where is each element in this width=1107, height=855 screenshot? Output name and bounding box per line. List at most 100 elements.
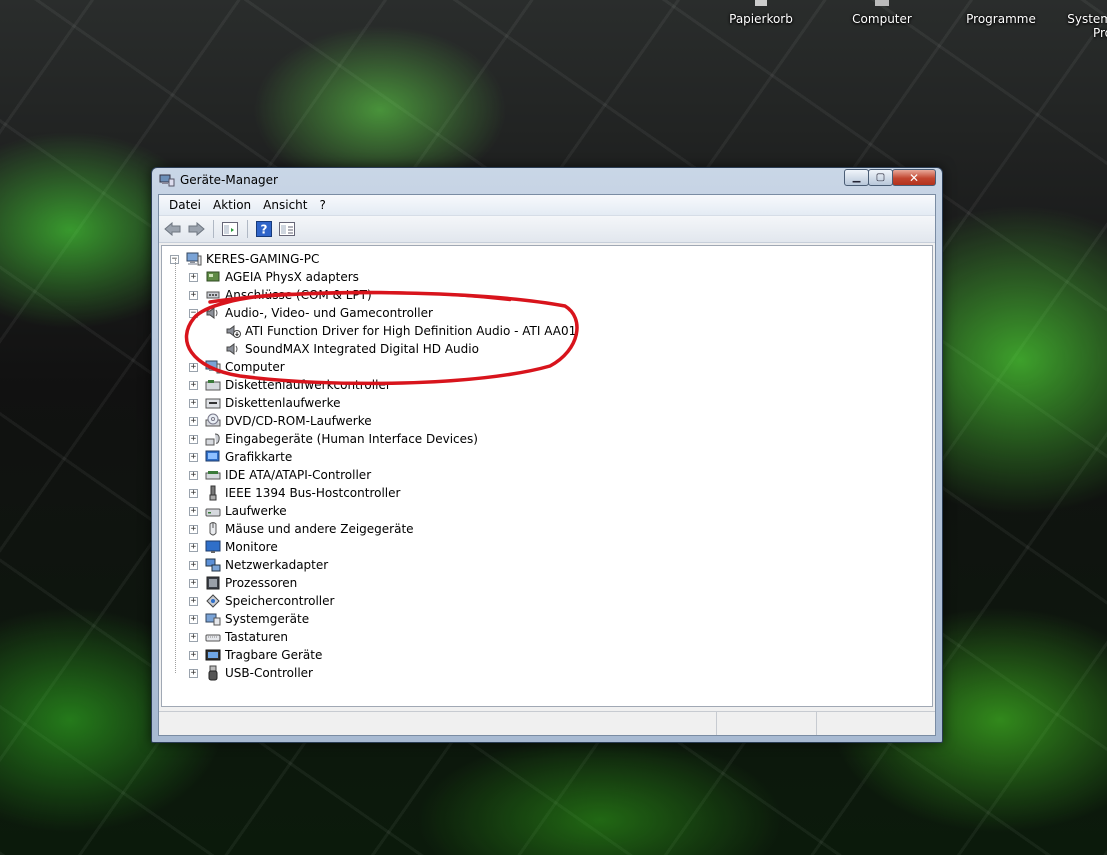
help-icon: ? xyxy=(256,221,272,237)
desktop-icon-computer[interactable]: Computer xyxy=(832,0,932,26)
expand-toggle[interactable]: + xyxy=(189,560,198,570)
help-button[interactable]: ? xyxy=(254,219,274,239)
desktop-icon-system[interactable]: System Pro xyxy=(1052,0,1107,40)
expand-toggle[interactable]: + xyxy=(189,488,198,498)
menu-datei[interactable]: Datei xyxy=(163,198,207,212)
view-icon xyxy=(279,222,295,236)
tree-item-label: Anschlüsse (COM & LPT) xyxy=(225,288,372,302)
expand-toggle[interactable]: + xyxy=(189,452,198,462)
tree-category-item[interactable]: + Mäuse und andere Zeigegeräte xyxy=(189,520,414,538)
status-cell-tertiary xyxy=(817,712,935,735)
menu-help[interactable]: ? xyxy=(313,198,331,212)
tree-category-item[interactable]: + Diskettenlaufwerke xyxy=(189,394,340,412)
tree-device-item[interactable]: ATI Function Driver for High Definition … xyxy=(225,322,576,340)
tree-item-label: SoundMAX Integrated Digital HD Audio xyxy=(245,342,479,356)
desktop-icon-label: Computer xyxy=(852,12,912,26)
tree-category-item[interactable]: + IEEE 1394 Bus-Hostcontroller xyxy=(189,484,400,502)
tree-category-item[interactable]: + Laufwerke xyxy=(189,502,287,520)
forward-button[interactable] xyxy=(186,219,206,239)
expand-toggle[interactable]: + xyxy=(189,542,198,552)
expand-toggle[interactable]: + xyxy=(189,470,198,480)
minimize-button[interactable]: ▁ xyxy=(844,169,869,186)
back-button[interactable] xyxy=(163,219,183,239)
processor-icon xyxy=(206,576,220,590)
storage-controller-icon xyxy=(206,594,220,608)
expand-toggle[interactable]: + xyxy=(189,380,198,390)
expand-toggle[interactable]: + xyxy=(189,632,198,642)
device-tree[interactable]: − KERES-GAMING-PC + AGEIA PhysX adapters +… xyxy=(161,245,933,707)
tree-category-item[interactable]: + Eingabegeräte (Human Interface Devices) xyxy=(189,430,478,448)
tree-category-item[interactable]: + AGEIA PhysX adapters xyxy=(189,268,359,286)
properties-button[interactable] xyxy=(220,219,240,239)
menu-bar: Datei Aktion Ansicht ? xyxy=(159,195,935,216)
tree-item-label: Tragbare Geräte xyxy=(225,648,323,662)
desktop-icon-programs[interactable]: Programme xyxy=(951,0,1051,26)
dvd-drive-icon xyxy=(205,413,221,427)
computer-icon xyxy=(205,360,221,374)
expand-toggle[interactable]: + xyxy=(189,506,198,516)
system-icon xyxy=(1052,0,1107,12)
tree-category-item[interactable]: + Speichercontroller xyxy=(189,592,334,610)
recycle-bin-icon xyxy=(711,0,811,12)
firewire-icon xyxy=(209,485,217,501)
desktop-icon-recycle-bin[interactable]: Papierkorb xyxy=(711,0,811,26)
expand-toggle[interactable]: + xyxy=(189,272,198,282)
expand-toggle[interactable]: + xyxy=(189,398,198,408)
expand-toggle[interactable]: + xyxy=(189,578,198,588)
tree-item-label: Diskettenlaufwerkcontroller xyxy=(225,378,391,392)
tree-category-item[interactable]: + Systemgeräte xyxy=(189,610,309,628)
tree-category-item[interactable]: + DVD/CD-ROM-Laufwerke xyxy=(189,412,372,430)
tree-category-item[interactable]: + Prozessoren xyxy=(189,574,297,592)
tree-item-label: Diskettenlaufwerke xyxy=(225,396,341,410)
tree-category-item[interactable]: + Tastaturen xyxy=(189,628,288,646)
audio-driver-icon xyxy=(226,325,241,338)
expand-toggle[interactable]: + xyxy=(189,668,198,678)
expand-toggle[interactable]: + xyxy=(189,434,198,444)
monitor-icon xyxy=(205,540,221,553)
maximize-button[interactable]: ▢ xyxy=(868,169,893,186)
status-cell-secondary xyxy=(717,712,817,735)
computer-icon xyxy=(186,252,202,266)
tree-category-item[interactable]: + Anschlüsse (COM & LPT) xyxy=(189,286,372,304)
tree-category-item[interactable]: + Netzwerkadapter xyxy=(189,556,328,574)
tree-item-label: Tastaturen xyxy=(225,630,288,644)
expand-toggle[interactable]: + xyxy=(189,416,198,426)
tree-item-label: IEEE 1394 Bus-Hostcontroller xyxy=(225,486,401,500)
tree-category-item[interactable]: − Audio-, Video- und Gamecontroller xyxy=(189,304,433,322)
tree-category-item[interactable]: + Diskettenlaufwerkcontroller xyxy=(189,376,391,394)
speaker-icon xyxy=(226,343,238,355)
back-arrow-icon xyxy=(164,222,181,236)
device-manager-icon xyxy=(159,173,175,187)
expand-toggle[interactable]: + xyxy=(189,362,198,372)
close-button[interactable]: ✕ xyxy=(892,169,936,186)
desktop-icon-label: Programme xyxy=(966,12,1036,26)
expand-toggle[interactable]: + xyxy=(189,524,198,534)
toolbar-separator xyxy=(213,220,214,238)
tree-category-item[interactable]: + Tragbare Geräte xyxy=(189,646,322,664)
tree-category-item[interactable]: + USB-Controller xyxy=(189,664,313,682)
tree-device-item[interactable]: SoundMAX Integrated Digital HD Audio xyxy=(225,340,479,358)
usb-icon xyxy=(208,665,218,681)
expand-toggle[interactable]: + xyxy=(189,596,198,606)
folder-icon xyxy=(951,0,1051,12)
tree-root[interactable]: − KERES-GAMING-PC xyxy=(170,250,319,268)
title-bar[interactable]: Geräte-Manager ▁ ▢ ✕ xyxy=(152,168,942,192)
collapse-toggle[interactable]: − xyxy=(189,308,198,318)
disk-drive-icon xyxy=(205,508,221,517)
tree-category-item[interactable]: + IDE ATA/ATAPI-Controller xyxy=(189,466,371,484)
menu-ansicht[interactable]: Ansicht xyxy=(257,198,313,212)
floppy-controller-icon xyxy=(205,380,221,391)
menu-aktion[interactable]: Aktion xyxy=(207,198,257,212)
expand-toggle[interactable]: + xyxy=(189,614,198,624)
tree-category-item[interactable]: + Monitore xyxy=(189,538,278,556)
expand-toggle[interactable]: + xyxy=(189,290,198,300)
tree-category-item[interactable]: + Grafikkarte xyxy=(189,448,292,466)
tree-item-label: Laufwerke xyxy=(225,504,287,518)
portable-device-icon xyxy=(205,649,221,661)
tree-item-label: Computer xyxy=(225,360,285,374)
tree-category-item[interactable]: + Computer xyxy=(189,358,285,376)
view-button[interactable] xyxy=(277,219,297,239)
expand-toggle[interactable]: + xyxy=(189,650,198,660)
tree-root-label: KERES-GAMING-PC xyxy=(206,252,320,266)
tree-item-label: Eingabegeräte (Human Interface Devices) xyxy=(225,432,478,446)
